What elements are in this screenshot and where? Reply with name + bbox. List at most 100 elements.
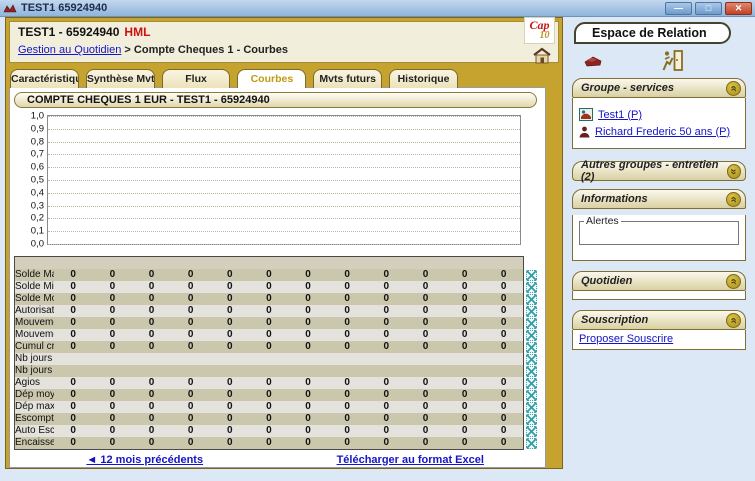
alertes-label: Alertes [584, 215, 621, 227]
cell-value: 0 [210, 425, 249, 437]
table-row: Agios000000000000 [15, 377, 524, 389]
cell-value: 0 [171, 293, 210, 305]
cell-value: 0 [93, 341, 132, 353]
groupe-services-title: Groupe - services [581, 82, 674, 94]
informations-header[interactable]: Informations « [572, 189, 746, 209]
chevron-up-icon[interactable]: « [726, 192, 741, 207]
cell-value [132, 353, 171, 365]
group-member-link[interactable]: Test1 (P) [598, 109, 642, 121]
cell-value: 0 [93, 305, 132, 317]
mini-chart-icon [526, 390, 537, 401]
cell-value: 0 [367, 317, 406, 329]
chevron-up-icon[interactable]: « [726, 313, 741, 328]
quotidien-header[interactable]: Quotidien « [572, 271, 746, 291]
table-header-empty [15, 257, 524, 269]
souscription-header[interactable]: Souscription « [572, 310, 746, 330]
tab-flux[interactable]: Flux [162, 69, 231, 88]
cell-value [54, 365, 93, 377]
chevron-down-icon[interactable]: « [727, 164, 741, 179]
sidebar-icon-row [582, 48, 748, 72]
row-graph-icon[interactable] [526, 269, 541, 281]
breadcrumb-current: Compte Cheques 1 - Courbes [134, 44, 288, 56]
tab-historique[interactable]: Historique [389, 69, 458, 88]
table-row: Cumul créditeur000000000000 [15, 341, 524, 353]
cell-value: 0 [210, 305, 249, 317]
cell-value: 0 [132, 281, 171, 293]
previous-months-link[interactable]: ◄ 12 mois précédents [86, 454, 203, 466]
group-member-link[interactable]: Richard Frederic 50 ans (P) [595, 126, 730, 138]
cell-value: 0 [367, 281, 406, 293]
cell-value: 0 [328, 413, 367, 425]
cell-value [93, 365, 132, 377]
gridline [48, 142, 520, 143]
maximize-button[interactable]: □ [695, 2, 722, 15]
section-quotidien: Quotidien « [572, 271, 746, 300]
cell-value: 0 [484, 281, 523, 293]
y-tick-label: 0,1 [19, 226, 44, 237]
tab-caracteristiques[interactable]: Caractéristiques [10, 69, 79, 88]
row-graph-icon[interactable] [526, 293, 541, 305]
cell-value: 0 [484, 341, 523, 353]
cell-value [210, 353, 249, 365]
row-graph-icon[interactable] [526, 353, 541, 365]
mini-chart-icon [526, 306, 537, 317]
cell-value: 0 [54, 437, 93, 450]
row-graph-icon[interactable] [526, 281, 541, 293]
cell-value: 0 [328, 281, 367, 293]
exit-icon[interactable] [660, 49, 684, 72]
cell-value: 0 [249, 317, 288, 329]
proposer-souscrire-link[interactable]: Proposer Souscrire [579, 333, 673, 345]
cell-value: 0 [249, 425, 288, 437]
cell-value: 0 [288, 401, 327, 413]
mini-chart-icon [526, 426, 537, 437]
print-icon[interactable] [582, 53, 604, 68]
row-graph-icon[interactable] [526, 341, 541, 353]
cell-value: 0 [288, 293, 327, 305]
cell-value: 0 [171, 329, 210, 341]
groupe-services-header[interactable]: Groupe - services « [572, 78, 746, 98]
tab-synthese-mvts[interactable]: Synthèse Mvts [86, 69, 155, 88]
tab-mvts-futurs[interactable]: Mvts futurs [313, 69, 382, 88]
row-graph-icon[interactable] [526, 329, 541, 341]
cell-value: 0 [171, 281, 210, 293]
row-graph-icon[interactable] [526, 305, 541, 317]
cell-value: 0 [445, 305, 484, 317]
row-graph-icon[interactable] [526, 401, 541, 413]
cell-value [210, 365, 249, 377]
cell-value: 0 [288, 341, 327, 353]
row-graph-icon[interactable] [526, 365, 541, 377]
cell-value: 0 [93, 377, 132, 389]
breadcrumb-link[interactable]: Gestion au Quotidien [18, 44, 121, 56]
cell-value: 0 [93, 281, 132, 293]
cell-value [249, 365, 288, 377]
mini-chart-icon [526, 318, 537, 329]
cell-value [406, 365, 445, 377]
cell-value: 0 [328, 389, 367, 401]
row-graph-icon[interactable] [526, 317, 541, 329]
cell-value: 0 [288, 389, 327, 401]
chevron-up-icon[interactable]: « [726, 274, 741, 289]
row-graph-icon[interactable] [526, 413, 541, 425]
cell-value: 0 [210, 341, 249, 353]
minimize-button[interactable]: — [665, 2, 692, 15]
row-graph-icon[interactable] [526, 437, 541, 449]
row-graph-icon[interactable] [526, 425, 541, 437]
row-graph-icon[interactable] [526, 389, 541, 401]
tab-courbes[interactable]: Courbes [237, 69, 306, 88]
cell-value: 0 [249, 293, 288, 305]
download-excel-link[interactable]: Télécharger au format Excel [337, 454, 484, 466]
autres-groupes-header[interactable]: Autres groupes - entretien (2) « [572, 161, 746, 181]
chevron-up-icon[interactable]: « [726, 81, 741, 96]
cell-value: 0 [132, 437, 171, 450]
row-graph-icon[interactable] [526, 377, 541, 389]
window-title: TEST1 65924940 [21, 2, 107, 14]
row-label: Solde Moyen [15, 293, 54, 305]
cell-value: 0 [484, 413, 523, 425]
mini-chart-icon [526, 354, 537, 365]
close-button[interactable]: ✕ [725, 2, 752, 15]
table-row: Auto Escompte000000000000 [15, 425, 524, 437]
home-icon[interactable] [532, 47, 552, 69]
cell-value: 0 [93, 293, 132, 305]
table-row: Nb jours créditeur [15, 353, 524, 365]
table-row: Autorisation000000000000 [15, 305, 524, 317]
